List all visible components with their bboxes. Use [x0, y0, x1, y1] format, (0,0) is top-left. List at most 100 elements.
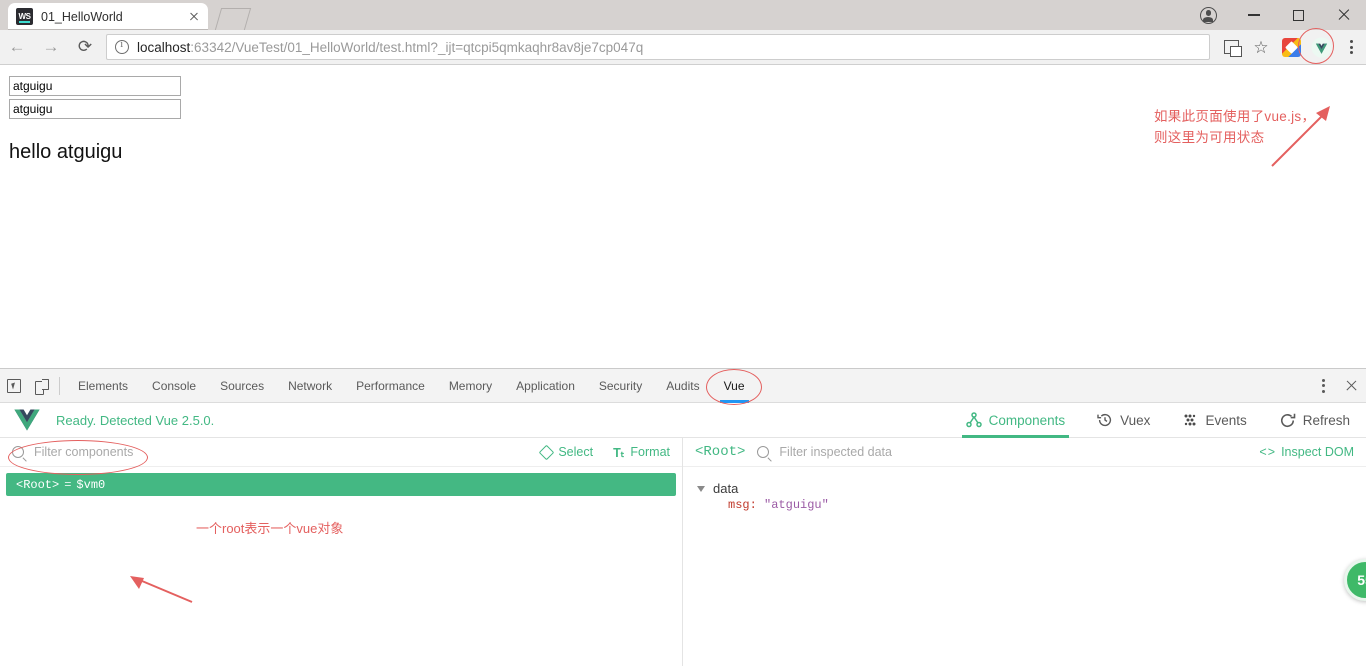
tab-memory[interactable]: Memory — [437, 369, 504, 403]
components-actions: Select Tₜ Format — [539, 444, 670, 460]
divider — [59, 376, 60, 395]
maximize-icon — [1293, 9, 1304, 21]
devtools-actions — [1310, 369, 1366, 403]
close-icon[interactable] — [186, 9, 202, 25]
devtools-tab-bar: Elements Console Sources Network Perform… — [0, 369, 1366, 405]
vue-detect-status: Ready. Detected Vue 2.5.0. — [56, 412, 215, 428]
msg-input-2[interactable] — [9, 99, 181, 119]
devtools-close-button[interactable] — [1336, 369, 1366, 403]
vue-panel-body: Filter components Select Tₜ Format <Root — [0, 438, 1366, 666]
component-tree-row-root[interactable]: <Root> = $vm0 — [6, 473, 676, 496]
annotation-line-1: 如果此页面使用了vue.js， — [1154, 109, 1316, 124]
extension-button[interactable] — [1276, 30, 1306, 65]
tab-application[interactable]: Application — [504, 369, 587, 403]
webstorm-icon: WS — [16, 8, 33, 25]
inspect-element-icon — [7, 378, 21, 393]
minimize-icon — [1247, 14, 1260, 16]
vue-nav-refresh[interactable]: Refresh — [1263, 403, 1366, 438]
annotation-arrow-root — [130, 576, 193, 603]
tab-audits[interactable]: Audits — [654, 369, 711, 403]
vue-nav-vuex[interactable]: Vuex — [1081, 403, 1166, 438]
browser-tab[interactable]: WS 01_HelloWorld — [8, 3, 208, 30]
close-window-button[interactable] — [1321, 0, 1366, 30]
vue-devtools-icon — [1311, 37, 1332, 58]
component-eq: = — [64, 477, 72, 492]
inspect-dom-label: Inspect DOM — [1281, 445, 1354, 459]
component-instance: $vm0 — [76, 477, 106, 492]
minimize-button[interactable] — [1231, 0, 1276, 30]
close-icon — [1337, 8, 1351, 22]
data-section-header[interactable]: data — [697, 479, 1366, 498]
profile-button[interactable] — [1186, 0, 1231, 30]
vue-nav-components-label: Components — [988, 412, 1066, 428]
search-icon — [757, 446, 770, 458]
vue-panel-nav: Components Vuex Events Refresh — [950, 403, 1366, 438]
chrome-menu-button[interactable] — [1336, 30, 1366, 65]
extension-icon — [1281, 37, 1301, 57]
kebab-menu-icon[interactable] — [1310, 369, 1336, 403]
forward-button[interactable]: → — [34, 30, 68, 65]
tab-security[interactable]: Security — [587, 369, 654, 403]
bookmark-button[interactable]: ☆ — [1246, 30, 1276, 65]
data-entry-msg[interactable]: msg: "atguigu" — [697, 498, 1366, 517]
data-entry-value: "atguigu" — [764, 498, 829, 512]
title-bar: WS 01_HelloWorld — [0, 0, 1366, 30]
tab-performance[interactable]: Performance — [344, 369, 437, 403]
inspected-component-name: <Root> — [695, 444, 746, 460]
inspector-pane: <Root> Filter inspected data < > Inspect… — [683, 438, 1366, 666]
tab-console[interactable]: Console — [140, 369, 208, 403]
translate-icon — [1223, 40, 1242, 57]
chevron-down-icon[interactable] — [697, 485, 705, 492]
back-button[interactable]: ← — [0, 30, 34, 65]
tab-sources[interactable]: Sources — [208, 369, 276, 403]
devtools-panel: Elements Console Sources Network Perform… — [0, 368, 1366, 666]
filter-components-input[interactable]: Filter components — [34, 445, 133, 459]
browser-window: WS 01_HelloWorld ← → ⟳ loc — [0, 0, 1366, 666]
vue-nav-refresh-label: Refresh — [1302, 412, 1350, 428]
address-bar[interactable]: localhost:63342/VueTest/01_HelloWorld/te… — [106, 34, 1210, 60]
inspected-data-tree: data msg: "atguigu" — [683, 467, 1366, 517]
device-toolbar-icon — [35, 378, 49, 395]
inspect-dom-button[interactable]: < > Inspect DOM — [1259, 445, 1354, 459]
info-icon[interactable] — [115, 39, 129, 54]
inspect-element-button[interactable] — [0, 369, 28, 403]
format-text-icon: Tₜ — [613, 445, 625, 460]
select-label: Select — [558, 445, 594, 459]
data-section-label: data — [713, 481, 739, 496]
url-text: localhost:63342/VueTest/01_HelloWorld/te… — [137, 40, 643, 55]
maximize-button[interactable] — [1276, 0, 1321, 30]
vue-nav-events[interactable]: Events — [1166, 403, 1262, 438]
translate-button[interactable] — [1216, 30, 1246, 65]
components-tree-icon — [965, 412, 982, 428]
vue-nav-vuex-label: Vuex — [1120, 412, 1151, 428]
tab-elements[interactable]: Elements — [66, 369, 140, 403]
annotation-vue-enabled-note: 如果此页面使用了vue.js， 则这里为可用状态 — [1154, 106, 1366, 148]
tab-title: 01_HelloWorld — [41, 9, 123, 24]
tab-network[interactable]: Network — [276, 369, 344, 403]
format-button[interactable]: Tₜ Format — [613, 445, 670, 460]
events-dots-icon — [1182, 412, 1198, 428]
vue-logo-icon — [14, 409, 40, 431]
msg-input-1[interactable] — [9, 76, 181, 96]
history-clock-icon — [1097, 412, 1113, 428]
vue-devtools-button[interactable] — [1306, 30, 1336, 65]
tab-vue[interactable]: Vue — [712, 369, 757, 403]
code-brackets-icon: < > — [1259, 445, 1276, 459]
vue-panel-header: Ready. Detected Vue 2.5.0. Components Vu… — [0, 403, 1366, 438]
reload-button[interactable]: ⟳ — [68, 30, 102, 65]
favicon-label: WS — [18, 11, 31, 21]
device-toolbar-button[interactable] — [28, 369, 56, 403]
select-button[interactable]: Select — [539, 444, 594, 460]
inspector-actions: < > Inspect DOM — [1259, 445, 1354, 459]
chrome-menu-icon — [1343, 38, 1359, 56]
vue-nav-events-label: Events — [1205, 412, 1247, 428]
url-path: :63342/VueTest/01_HelloWorld/test.html?_… — [190, 39, 644, 55]
refresh-icon — [1279, 412, 1296, 429]
filter-inspected-data-input[interactable]: Filter inspected data — [779, 445, 892, 459]
vue-nav-components[interactable]: Components — [950, 403, 1082, 438]
new-tab-button[interactable] — [214, 8, 252, 30]
url-host: localhost — [137, 39, 191, 55]
inspector-toolbar: <Root> Filter inspected data < > Inspect… — [683, 438, 1366, 467]
close-icon — [1345, 379, 1358, 392]
format-label: Format — [630, 445, 670, 459]
